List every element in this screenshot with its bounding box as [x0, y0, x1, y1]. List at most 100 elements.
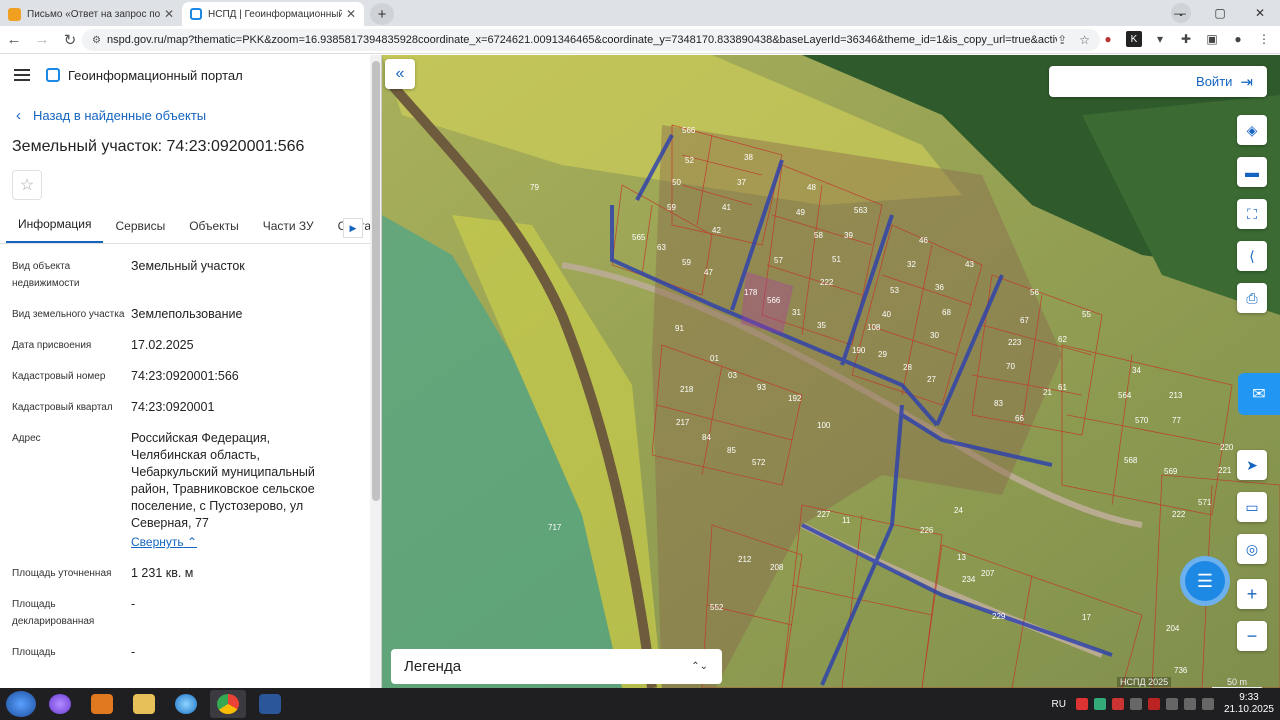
parcel-number-label: 34	[1132, 366, 1141, 375]
tab-objects[interactable]: Объекты	[177, 219, 251, 243]
flag-icon[interactable]	[1201, 698, 1214, 710]
start-button-icon[interactable]	[6, 691, 36, 717]
minimize-button[interactable]: —	[1160, 0, 1200, 26]
parcel-number-label: 83	[994, 399, 1003, 408]
extension-icon[interactable]: ●	[1100, 31, 1116, 47]
share-button[interactable]: ⟨	[1237, 241, 1267, 271]
parcel-number-label: 192	[788, 394, 802, 403]
close-icon[interactable]: ✕	[346, 7, 356, 21]
share-icon[interactable]: ⇪	[1057, 33, 1067, 47]
taskbar-alice[interactable]	[42, 690, 78, 718]
reload-icon[interactable]: ↻	[56, 31, 84, 49]
favorite-star-icon[interactable]: ☆	[12, 170, 42, 200]
parcel-number-label: 178	[744, 288, 758, 297]
chat-support-button[interactable]: ☰	[1180, 556, 1230, 606]
locate-target-button[interactable]: ◎	[1237, 534, 1267, 564]
layers-button[interactable]: ◈	[1237, 115, 1267, 145]
parcel-number-label: 55	[1082, 310, 1091, 319]
taskbar-word[interactable]	[252, 690, 288, 718]
close-window-button[interactable]: ✕	[1240, 0, 1280, 26]
kaspersky-icon[interactable]: K	[1126, 31, 1142, 47]
parcel-number-label: 226	[920, 526, 934, 535]
minimap-button[interactable]: ▭	[1237, 492, 1267, 522]
map-copyright: НСПД 2025	[1117, 677, 1172, 687]
parcel-number-label: 46	[919, 236, 928, 245]
chevron-up-icon: ⌃	[186, 535, 198, 549]
forward-icon[interactable]: →	[28, 31, 56, 48]
tray-icon[interactable]	[1075, 698, 1088, 710]
parcel-number-label: 212	[738, 555, 752, 564]
property-row: Вид земельного участка Землепользование	[12, 306, 381, 323]
parcel-number-label: 190	[852, 346, 866, 355]
ruler-button[interactable]: ▬	[1237, 157, 1267, 187]
menu-icon[interactable]	[14, 69, 30, 81]
parcel-number-label: 67	[1020, 316, 1029, 325]
select-area-button[interactable]: ⛶	[1237, 199, 1267, 229]
parcel-number-label: 221	[1218, 466, 1232, 475]
windows-taskbar: RU 9:33 21.10.2025	[0, 688, 1280, 720]
taskbar-explorer[interactable]	[126, 690, 162, 718]
parcel-number-label: 220	[1220, 443, 1234, 452]
back-icon[interactable]: ←	[0, 31, 28, 48]
collapse-sidebar-button[interactable]: «	[385, 59, 415, 89]
sidepanel-icon[interactable]: ▣	[1204, 31, 1220, 47]
close-icon[interactable]: ✕	[164, 7, 174, 21]
clock[interactable]: 9:33 21.10.2025	[1224, 692, 1274, 716]
tab-parts[interactable]: Части ЗУ	[251, 219, 326, 243]
browser-tab-nspd[interactable]: НСПД | Геоинформационный п... ✕	[182, 2, 364, 26]
parcel-number-label: 29	[878, 350, 887, 359]
map-view[interactable]: 566 52 38 50 37 59 41 42 565 63 59 47 48 49 563 58 39 57 5…	[382, 55, 1280, 688]
chevron-updown-icon: ⌃⌄	[691, 661, 708, 672]
volume-icon[interactable]	[1183, 698, 1196, 710]
tray-icon[interactable]	[1147, 698, 1160, 710]
page-title: Земельный участок: 74:23:0920001:566	[12, 138, 305, 155]
property-value: Землепользование	[131, 307, 243, 321]
browser-menu-icon[interactable]: ⋮	[1256, 31, 1272, 47]
geolocation-button[interactable]: ➤	[1237, 450, 1267, 480]
property-value: 74:23:0920001	[131, 400, 215, 414]
parcel-number-label: 222	[1172, 510, 1186, 519]
browser-tab-mail[interactable]: Письмо «Ответ на запрос по Р... ✕	[0, 2, 182, 26]
maximize-button[interactable]: ▢	[1200, 0, 1240, 26]
tab-services[interactable]: Сервисы	[103, 219, 177, 243]
property-value: -	[131, 597, 136, 611]
portal-logo-icon	[46, 68, 60, 82]
print-button[interactable]: ⎙	[1237, 283, 1267, 313]
tabs-scroll-right-icon[interactable]: ▶	[343, 218, 363, 238]
address-value: Российская Федерация, Челябинская област…	[131, 430, 336, 551]
parcel-number-label: 572	[752, 458, 766, 467]
parcel-number-label: 77	[1172, 416, 1181, 425]
parcel-number-label: 85	[727, 446, 736, 455]
bookmark-star-icon[interactable]: ☆	[1079, 33, 1090, 47]
zoom-out-button[interactable]: −	[1237, 621, 1267, 651]
map-canvas[interactable]: 566 52 38 50 37 59 41 42 565 63 59 47 48 49 563 58 39 57 5…	[382, 55, 1280, 688]
gosuslugi-widget-icon[interactable]: ✉	[1238, 373, 1280, 415]
profile-avatar-icon[interactable]: ●	[1230, 31, 1246, 47]
tray-icon[interactable]	[1093, 698, 1106, 710]
browser-tab-bar: Письмо «Ответ на запрос по Р... ✕ НСПД |…	[0, 0, 1280, 26]
parcel-number-label: 52	[685, 156, 694, 165]
network-icon[interactable]	[1165, 698, 1178, 710]
language-indicator[interactable]: RU	[1051, 699, 1065, 710]
site-info-icon[interactable]: ⚙	[92, 35, 101, 46]
tray-icon[interactable]	[1111, 698, 1124, 710]
scrollbar-thumb[interactable]	[372, 61, 380, 501]
new-tab-button[interactable]: +	[370, 3, 394, 25]
tab-information[interactable]: Информация	[6, 217, 104, 243]
sidebar-scrollbar[interactable]	[370, 55, 381, 688]
parcel-number-label: 570	[1135, 416, 1149, 425]
taskbar-chrome[interactable]	[210, 690, 246, 718]
login-button[interactable]: Войти ⇥	[1049, 66, 1267, 97]
mask-icon[interactable]: ▾	[1152, 31, 1168, 47]
extensions-puzzle-icon[interactable]: ✚	[1178, 31, 1194, 47]
parcel-number-label: 79	[530, 183, 539, 192]
back-to-results-link[interactable]: ‹ Назад в найденные объекты	[0, 107, 381, 124]
legend-dropdown[interactable]: Легенда ⌃⌄	[391, 649, 722, 684]
collapse-link[interactable]: Свернуть ⌃	[131, 534, 197, 551]
parcel-number-label: 213	[1169, 391, 1183, 400]
taskbar-media[interactable]	[84, 690, 120, 718]
address-bar[interactable]: ⚙ nspd.gov.ru/map?thematic=PKK&zoom=16.9…	[82, 29, 1100, 51]
taskbar-ie[interactable]	[168, 690, 204, 718]
tray-icon[interactable]	[1129, 698, 1142, 710]
zoom-in-button[interactable]: +	[1237, 579, 1267, 609]
